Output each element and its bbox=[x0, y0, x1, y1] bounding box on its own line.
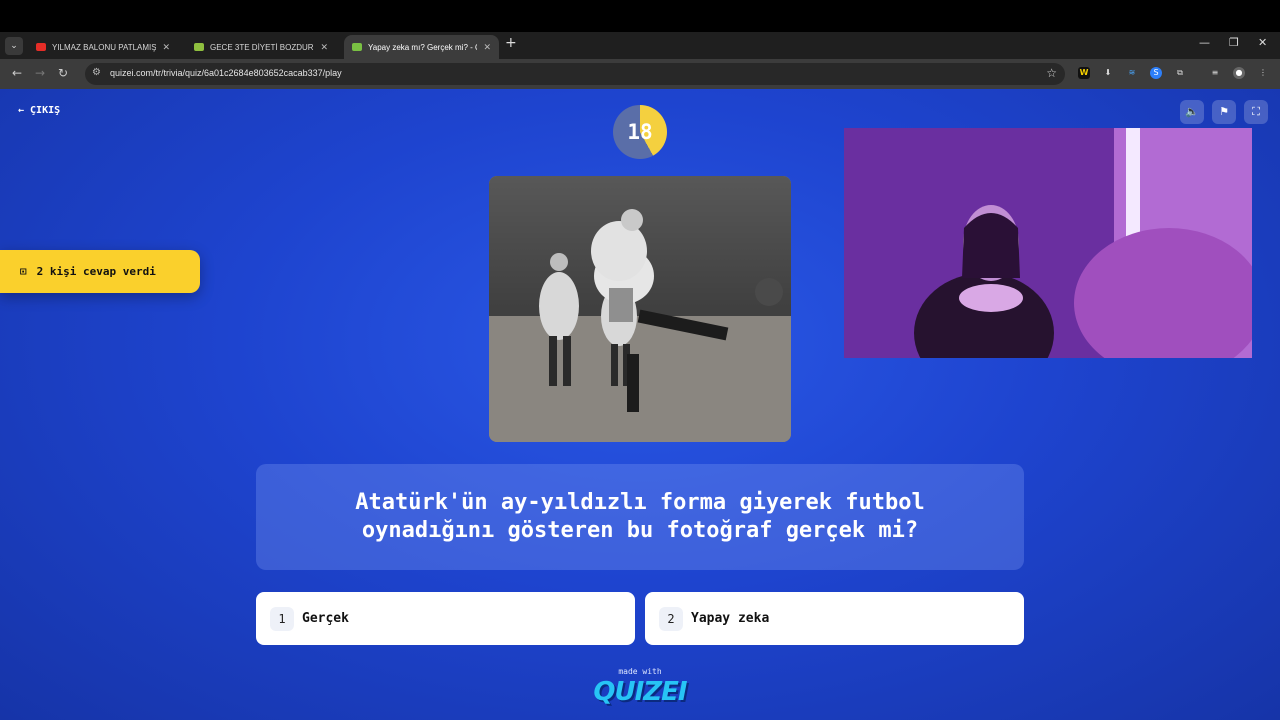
close-tab-icon[interactable]: ✕ bbox=[162, 42, 170, 53]
answer-option-2[interactable]: 2 Yapay zeka bbox=[645, 592, 1024, 645]
quizei-icon bbox=[352, 43, 362, 51]
back-icon[interactable]: ← bbox=[12, 66, 22, 80]
inbox-icon: ⊡ bbox=[20, 265, 27, 278]
question-text: Atatürk'ün ay-yıldızlı forma giyerek fut… bbox=[355, 490, 925, 543]
option-number: 2 bbox=[659, 606, 683, 631]
countdown-timer: 18 bbox=[613, 105, 667, 159]
quizei-logo[interactable]: QUIZEI bbox=[560, 677, 720, 707]
download-icon[interactable]: ⬇ bbox=[1102, 67, 1114, 79]
extension-wave-icon[interactable]: ≋ bbox=[1126, 67, 1138, 79]
close-tab-icon[interactable]: ✕ bbox=[320, 42, 328, 53]
option-label: Yapay zeka bbox=[691, 611, 770, 626]
question-photo bbox=[489, 176, 791, 442]
extension-s-icon[interactable]: S bbox=[1150, 67, 1162, 79]
youtube-icon bbox=[36, 43, 46, 51]
media-controls-icon[interactable]: ≡ bbox=[1209, 67, 1221, 79]
browser-tab-1[interactable]: YILMAZ BALONU PATLAMIŞTIR ✕ bbox=[28, 35, 178, 59]
arrow-left-icon: ← bbox=[18, 105, 25, 116]
restore-icon[interactable]: ❐ bbox=[1229, 36, 1239, 49]
reload-icon[interactable]: ↻ bbox=[58, 66, 68, 80]
window-close-icon[interactable]: ✕ bbox=[1258, 36, 1267, 49]
browser-tab-2[interactable]: GECE 3TE DİYETİ BOZDURUCAK ✕ bbox=[186, 35, 336, 59]
answered-count-badge: ⊡ 2 kişi cevap verdi bbox=[0, 250, 200, 293]
quiz-stage: ← ÇIKIŞ 🔈 ⚑ ⛶ 18 ⊡ 2 kişi cevap verdi At… bbox=[0, 89, 1280, 720]
browser-tab-3-active[interactable]: Yapay zeka mı? Gerçek mi? - Q ✕ bbox=[344, 35, 499, 59]
tab-title: GECE 3TE DİYETİ BOZDURUCAK bbox=[210, 42, 314, 52]
answered-count-label: 2 kişi cevap verdi bbox=[36, 265, 156, 278]
made-with-label: made with bbox=[618, 667, 662, 676]
browser-tab-strip: ⌄ YILMAZ BALONU PATLAMIŞTIR ✕ GECE 3TE D… bbox=[0, 32, 1280, 59]
tab-title: Yapay zeka mı? Gerçek mi? - Q bbox=[368, 42, 478, 52]
timer-value: 18 bbox=[627, 120, 653, 144]
bookmark-star-icon[interactable]: ☆ bbox=[1046, 66, 1057, 80]
forward-icon[interactable]: → bbox=[35, 66, 45, 80]
browser-toolbar: ← → ↻ ⚙ quizei.com/tr/trivia/quiz/6a01c2… bbox=[0, 59, 1280, 89]
extensions-puzzle-icon[interactable]: ⧉ bbox=[1174, 67, 1186, 79]
new-tab-icon[interactable]: + bbox=[505, 35, 517, 51]
sound-icon[interactable]: 🔈 bbox=[1180, 100, 1204, 124]
url-text: quizei.com/tr/trivia/quiz/6a01c2684e8036… bbox=[110, 68, 342, 78]
question-card: Atatürk'ün ay-yıldızlı forma giyerek fut… bbox=[256, 464, 1024, 570]
address-bar[interactable]: ⚙ quizei.com/tr/trivia/quiz/6a01c2684e80… bbox=[85, 63, 1065, 85]
close-tab-icon[interactable]: ✕ bbox=[483, 42, 491, 53]
fullscreen-icon[interactable]: ⛶ bbox=[1244, 100, 1268, 124]
exit-label: ÇIKIŞ bbox=[30, 105, 61, 116]
top-black-bar bbox=[0, 0, 1280, 32]
profile-avatar-icon[interactable]: ● bbox=[1233, 67, 1245, 79]
minimize-icon[interactable]: — bbox=[1199, 36, 1210, 49]
kick-icon bbox=[194, 43, 204, 51]
exit-button[interactable]: ← ÇIKIŞ bbox=[18, 105, 60, 116]
extension-w-icon[interactable]: W bbox=[1078, 67, 1090, 79]
flag-icon[interactable]: ⚑ bbox=[1212, 100, 1236, 124]
option-number: 1 bbox=[270, 606, 294, 631]
menu-kebab-icon[interactable]: ⋮ bbox=[1257, 67, 1269, 79]
webcam-overlay bbox=[844, 128, 1252, 358]
site-info-icon[interactable]: ⚙ bbox=[92, 67, 101, 78]
option-label: Gerçek bbox=[302, 611, 349, 626]
tab-search-chevron-icon[interactable]: ⌄ bbox=[5, 37, 23, 55]
answer-option-1[interactable]: 1 Gerçek bbox=[256, 592, 635, 645]
tab-title: YILMAZ BALONU PATLAMIŞTIR bbox=[52, 42, 157, 52]
